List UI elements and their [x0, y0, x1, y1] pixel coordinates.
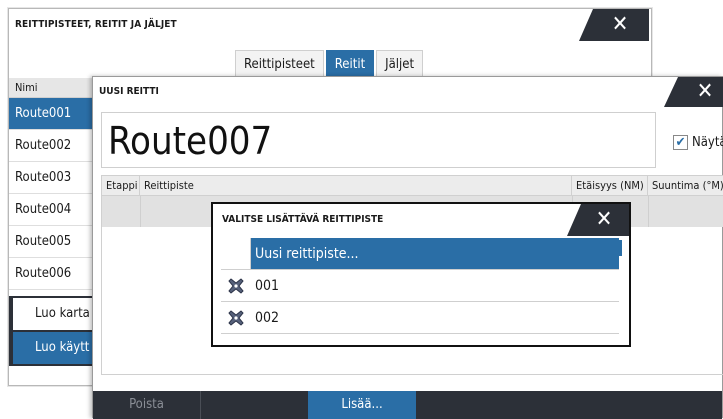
select-waypoint-dialog: VALITSE LISÄTTÄVÄ REITTIPISTE ✕ Uusi rei…: [211, 202, 631, 347]
action-panel: Luo karta Luo käytt: [9, 296, 95, 366]
window-title: UUSI REITTI: [99, 86, 159, 97]
close-button[interactable]: ✕: [664, 77, 723, 107]
create-from-use-button[interactable]: Luo käytt: [13, 332, 95, 364]
list-item-label: Uusi reittipiste...: [255, 245, 359, 262]
column-divider: [648, 196, 649, 227]
show-checkbox[interactable]: ✔: [673, 134, 688, 150]
tab-bar: Reittipisteet Reitit Jäljet: [235, 50, 425, 78]
show-on-chart-toggle[interactable]: ✔ Näytä: [673, 132, 723, 152]
close-button[interactable]: ✕: [567, 204, 629, 236]
close-button[interactable]: ✕: [579, 9, 649, 41]
window-title: REITTIPISTEET, REITIT JA JÄLJET: [15, 19, 177, 30]
route-list-item[interactable]: Route006: [9, 258, 95, 290]
dialog-title: VALITSE LISÄTTÄVÄ REITTIPISTE: [222, 214, 384, 225]
add-button[interactable]: Lisää...: [308, 391, 416, 419]
checkmark-icon: ✔: [675, 134, 686, 150]
route-list-item[interactable]: Route002: [9, 130, 95, 162]
route-list-item[interactable]: Route005: [9, 226, 95, 258]
column-header-distance[interactable]: Etäisyys (NM): [572, 176, 648, 196]
route-list-item[interactable]: Route001: [9, 98, 95, 130]
route-list-item[interactable]: Route004: [9, 194, 95, 226]
route-list-item[interactable]: Route003: [9, 162, 95, 194]
list-item-label: 002: [255, 309, 280, 326]
list-item[interactable]: 001: [221, 270, 619, 302]
create-from-chart-button[interactable]: Luo karta: [13, 298, 95, 330]
icon-cell: [221, 238, 251, 269]
close-icon: ✕: [595, 207, 613, 232]
new-waypoint-item[interactable]: Uusi reittipiste...: [221, 238, 619, 270]
list-item[interactable]: 002: [221, 302, 619, 334]
tab-waypoints[interactable]: Reittipisteet: [235, 50, 324, 78]
tab-routes[interactable]: Reitit: [325, 50, 375, 78]
column-header-bearing[interactable]: Suuntima (°M): [648, 176, 723, 196]
close-icon: ✕: [696, 79, 714, 104]
table-header: Etappi Reittipiste Etäisyys (NM) Suuntim…: [102, 176, 723, 196]
column-header-waypoint[interactable]: Reittipiste: [140, 176, 572, 196]
close-icon: ✕: [611, 12, 629, 37]
waypoint-list: Uusi reittipiste... 001 002: [221, 238, 619, 334]
column-header-leg[interactable]: Etappi: [102, 176, 140, 196]
waypoint-x-icon: [221, 270, 251, 301]
route-name-field[interactable]: Route007: [101, 112, 656, 168]
show-label: Näytä: [692, 134, 723, 150]
column-divider: [140, 196, 141, 227]
route-list: Route001 Route002 Route003 Route004 Rout…: [9, 98, 95, 290]
delete-button[interactable]: Poista: [93, 391, 201, 419]
bottom-toolbar: Poista Lisää...: [93, 391, 722, 419]
column-header-name[interactable]: Nimi: [9, 78, 95, 98]
tab-tracks[interactable]: Jäljet: [376, 50, 424, 78]
title-bar: REITTIPISTEET, REITIT JA JÄLJET ✕: [9, 9, 651, 41]
scrollbar[interactable]: [619, 240, 622, 256]
list-item-label: 001: [255, 277, 280, 294]
waypoint-x-icon: [221, 302, 251, 333]
